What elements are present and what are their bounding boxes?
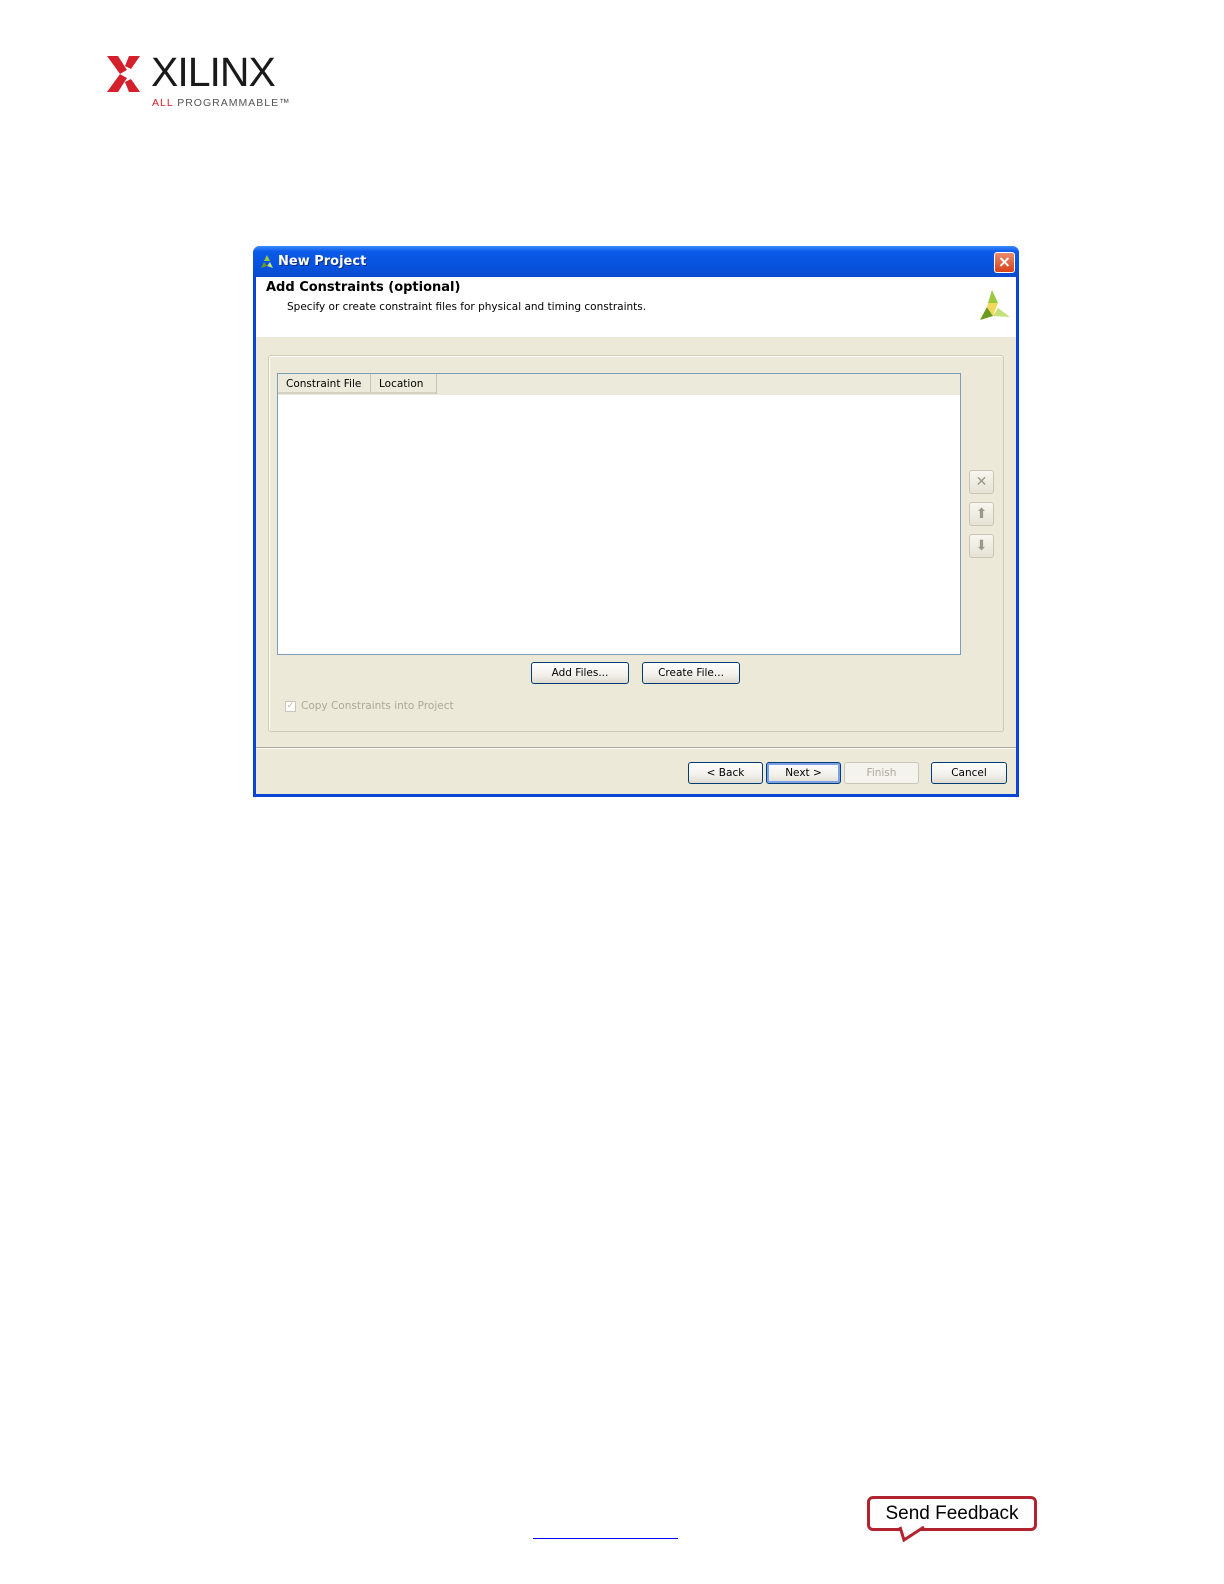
logo-wordmark: XILINX — [151, 49, 276, 95]
footer-separator — [256, 747, 1016, 749]
xilinx-logo: XILINX ALL PROGRAMMABLE™ — [107, 50, 290, 114]
finish-button: Finish — [844, 762, 919, 784]
arrow-up-icon: ⬆ — [975, 506, 988, 522]
xilinx-mark-icon — [107, 56, 140, 92]
page-subtitle: Specify or create constraint files for p… — [287, 301, 647, 313]
hyperlink-underline[interactable] — [533, 1538, 678, 1539]
new-project-dialog: New Project × Add Constraints (optional)… — [253, 246, 1019, 797]
wizard-header: Add Constraints (optional) Specify or cr… — [256, 277, 1016, 337]
vivado-logo-icon — [980, 290, 1010, 320]
arrow-down-icon: ⬇ — [975, 538, 988, 554]
close-button[interactable]: × — [994, 252, 1015, 273]
logo-tagline: ALL PROGRAMMABLE™ — [152, 97, 291, 109]
page-title: Add Constraints (optional) — [266, 280, 461, 295]
move-down-button[interactable]: ⬇ — [969, 534, 994, 558]
title-bar[interactable]: New Project × — [253, 246, 1019, 277]
move-up-button[interactable]: ⬆ — [969, 502, 994, 526]
table-header: Constraint File Location — [278, 374, 960, 395]
vivado-logo-icon — [261, 255, 273, 268]
copy-constraints-label: Copy Constraints into Project — [301, 700, 454, 712]
remove-file-button[interactable]: ✕ — [969, 470, 994, 494]
send-feedback-button[interactable]: Send Feedback — [867, 1496, 1037, 1531]
create-file-button[interactable]: Create File... — [642, 662, 740, 684]
remove-icon: ✕ — [975, 474, 988, 490]
dialog-client-area: Add Constraints (optional) Specify or cr… — [256, 277, 1016, 794]
speech-bubble-tail-icon — [898, 1526, 925, 1542]
column-header-constraint-file[interactable]: Constraint File — [278, 374, 371, 394]
add-files-button[interactable]: Add Files... — [531, 662, 629, 684]
constraints-table[interactable]: Constraint File Location — [277, 373, 961, 655]
copy-constraints-checkbox[interactable]: ✓ — [285, 700, 296, 712]
back-button[interactable]: < Back — [688, 762, 763, 784]
constraints-panel: Constraint File Location ✕ ⬆ ⬇ Add Files… — [268, 355, 1004, 732]
next-button[interactable]: Next > — [766, 762, 841, 784]
cancel-button[interactable]: Cancel — [931, 762, 1007, 784]
close-icon: × — [997, 252, 1012, 271]
column-header-location[interactable]: Location — [371, 374, 437, 394]
copy-constraints-option[interactable]: ✓ Copy Constraints into Project — [285, 698, 454, 714]
window-title: New Project — [278, 254, 367, 269]
